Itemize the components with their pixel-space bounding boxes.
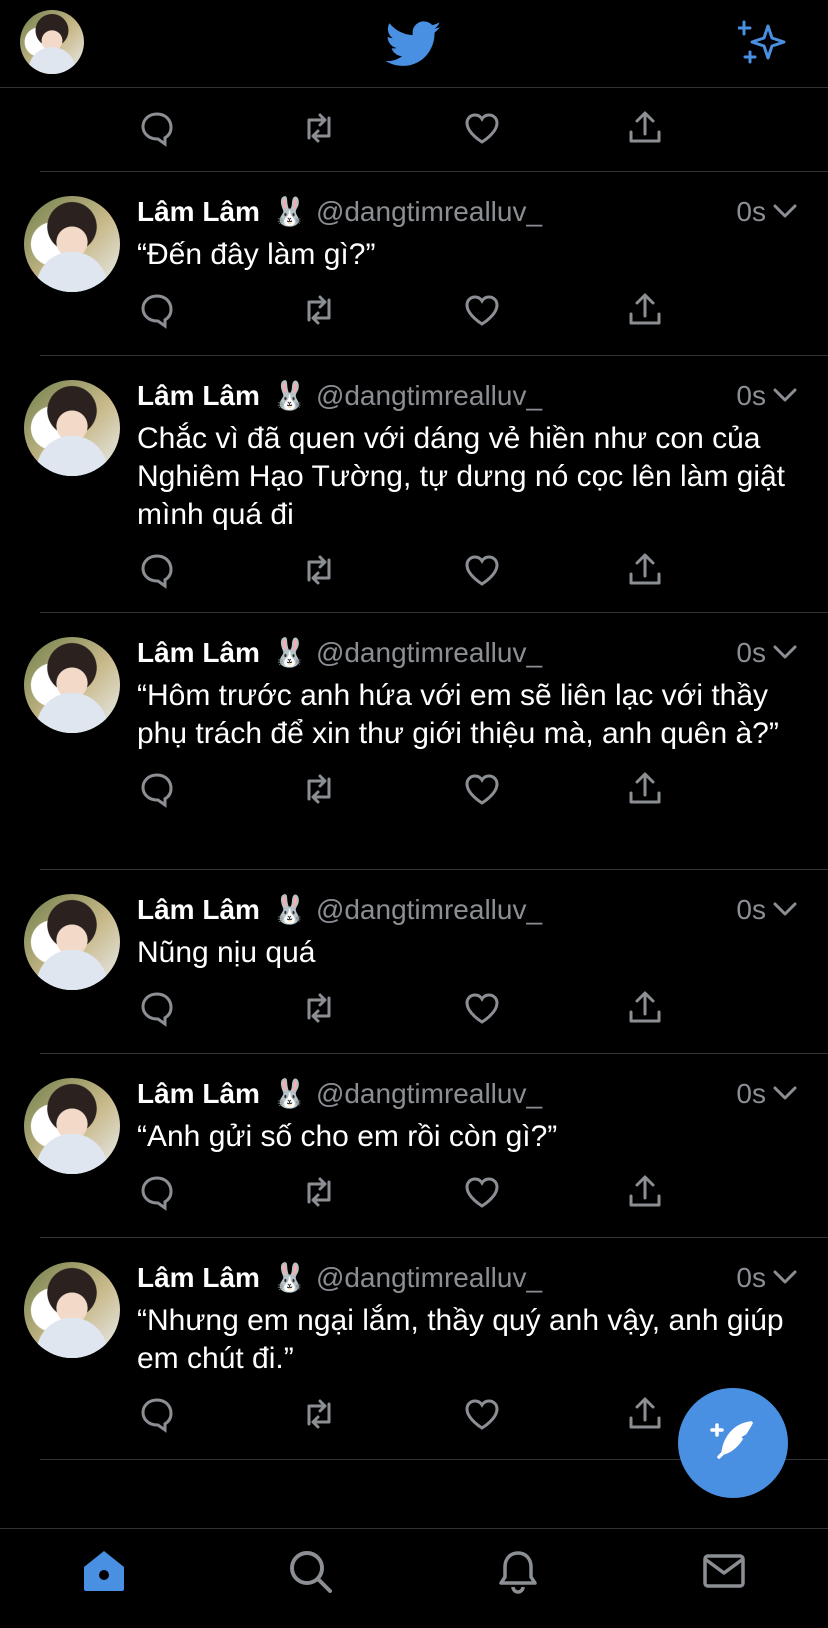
like-icon[interactable] bbox=[462, 988, 502, 1028]
display-name[interactable]: Lâm Lâm bbox=[137, 894, 260, 926]
share-icon[interactable] bbox=[625, 988, 665, 1028]
handle[interactable]: @dangtimrealluv_ bbox=[316, 1262, 542, 1294]
search-icon[interactable] bbox=[286, 1547, 334, 1595]
tweet-text: Nũng nịu quá bbox=[137, 936, 316, 969]
top-bar bbox=[0, 0, 828, 88]
tweet[interactable]: Lâm Lâm 🐰 @dangtimrealluv_ “Đến đây làm … bbox=[24, 172, 828, 356]
compose-tweet-button[interactable] bbox=[678, 1388, 788, 1498]
tweet-text: “Đến đây làm gì?” bbox=[137, 238, 376, 271]
tweet[interactable]: Lâm Lâm 🐰 @dangtimrealluv_ Chắc vì đã qu… bbox=[24, 356, 828, 613]
home-icon[interactable] bbox=[80, 1547, 128, 1595]
chevron-down-icon[interactable] bbox=[772, 1084, 798, 1102]
share-icon[interactable] bbox=[625, 1394, 665, 1434]
share-icon[interactable] bbox=[625, 108, 665, 148]
twitter-bird-icon[interactable] bbox=[384, 16, 444, 72]
tweet-partial bbox=[34, 48, 828, 172]
tweet-text: Chắc vì đã quen với dáng vẻ hiền như con… bbox=[137, 422, 786, 531]
tweet-text: “Nhưng em ngại lắm, thầy quý anh vậy, an… bbox=[137, 1304, 784, 1375]
timeline: Lâm Lâm 🐰 @dangtimrealluv_ “Đến đây làm … bbox=[0, 48, 828, 1460]
chevron-down-icon[interactable] bbox=[772, 386, 798, 404]
avatar[interactable] bbox=[24, 1262, 120, 1358]
chevron-down-icon[interactable] bbox=[772, 900, 798, 918]
rabbit-emoji: 🐰 bbox=[271, 1262, 307, 1293]
timestamp[interactable]: 0s bbox=[736, 892, 766, 928]
chevron-down-icon[interactable] bbox=[772, 202, 798, 220]
retweet-icon[interactable] bbox=[299, 290, 339, 330]
retweet-icon[interactable] bbox=[299, 1172, 339, 1212]
like-icon[interactable] bbox=[462, 108, 502, 148]
handle[interactable]: @dangtimrealluv_ bbox=[316, 196, 542, 228]
reply-icon[interactable] bbox=[137, 108, 177, 148]
profile-avatar[interactable] bbox=[20, 10, 84, 74]
reply-icon[interactable] bbox=[137, 769, 177, 809]
compose-tweet-icon bbox=[705, 1413, 761, 1474]
chevron-down-icon[interactable] bbox=[772, 1268, 798, 1286]
display-name[interactable]: Lâm Lâm bbox=[137, 637, 260, 669]
rabbit-emoji: 🐰 bbox=[271, 1078, 307, 1109]
avatar[interactable] bbox=[24, 380, 120, 476]
reply-icon[interactable] bbox=[137, 988, 177, 1028]
tweet[interactable]: Lâm Lâm 🐰 @dangtimrealluv_ “Hôm trước an… bbox=[24, 613, 828, 870]
timestamp[interactable]: 0s bbox=[736, 1076, 766, 1112]
display-name[interactable]: Lâm Lâm bbox=[137, 1078, 260, 1110]
avatar[interactable] bbox=[24, 196, 120, 292]
like-icon[interactable] bbox=[462, 290, 502, 330]
rabbit-emoji: 🐰 bbox=[271, 380, 307, 411]
rabbit-emoji: 🐰 bbox=[271, 637, 307, 668]
retweet-icon[interactable] bbox=[299, 550, 339, 590]
tweet-text: “Hôm trước anh hứa với em sẽ liên lạc vớ… bbox=[137, 679, 779, 750]
reply-icon[interactable] bbox=[137, 290, 177, 330]
reply-icon[interactable] bbox=[137, 1394, 177, 1434]
retweet-icon[interactable] bbox=[299, 1394, 339, 1434]
reply-icon[interactable] bbox=[137, 550, 177, 590]
timestamp[interactable]: 0s bbox=[736, 635, 766, 671]
share-icon[interactable] bbox=[625, 769, 665, 809]
messages-icon[interactable] bbox=[700, 1547, 748, 1595]
like-icon[interactable] bbox=[462, 550, 502, 590]
handle[interactable]: @dangtimrealluv_ bbox=[316, 1078, 542, 1110]
retweet-icon[interactable] bbox=[299, 108, 339, 148]
chevron-down-icon[interactable] bbox=[772, 643, 798, 661]
timestamp[interactable]: 0s bbox=[736, 1260, 766, 1296]
display-name[interactable]: Lâm Lâm bbox=[137, 380, 260, 412]
tweet[interactable]: Lâm Lâm 🐰 @dangtimrealluv_ “Anh gửi số c… bbox=[24, 1054, 828, 1238]
timestamp[interactable]: 0s bbox=[736, 378, 766, 414]
tweet[interactable]: Lâm Lâm 🐰 @dangtimrealluv_ Nũng nịu quá … bbox=[24, 870, 828, 1054]
like-icon[interactable] bbox=[462, 1394, 502, 1434]
share-icon[interactable] bbox=[625, 1172, 665, 1212]
display-name[interactable]: Lâm Lâm bbox=[137, 1262, 260, 1294]
notifications-icon[interactable] bbox=[494, 1547, 542, 1595]
handle[interactable]: @dangtimrealluv_ bbox=[316, 380, 542, 412]
display-name[interactable]: Lâm Lâm bbox=[137, 196, 260, 228]
avatar[interactable] bbox=[24, 1078, 120, 1174]
avatar[interactable] bbox=[24, 894, 120, 990]
bottom-tab-bar bbox=[0, 1528, 828, 1628]
like-icon[interactable] bbox=[462, 769, 502, 809]
like-icon[interactable] bbox=[462, 1172, 502, 1212]
share-icon[interactable] bbox=[625, 550, 665, 590]
handle[interactable]: @dangtimrealluv_ bbox=[316, 637, 542, 669]
avatar[interactable] bbox=[24, 637, 120, 733]
share-icon[interactable] bbox=[625, 290, 665, 330]
handle[interactable]: @dangtimrealluv_ bbox=[316, 894, 542, 926]
rabbit-emoji: 🐰 bbox=[271, 196, 307, 227]
timestamp[interactable]: 0s bbox=[736, 194, 766, 230]
retweet-icon[interactable] bbox=[299, 988, 339, 1028]
rabbit-emoji: 🐰 bbox=[271, 894, 307, 925]
sparkle-icon[interactable] bbox=[736, 18, 790, 66]
reply-icon[interactable] bbox=[137, 1172, 177, 1212]
retweet-icon[interactable] bbox=[299, 769, 339, 809]
tweet-text: “Anh gửi số cho em rồi còn gì?” bbox=[137, 1120, 558, 1153]
